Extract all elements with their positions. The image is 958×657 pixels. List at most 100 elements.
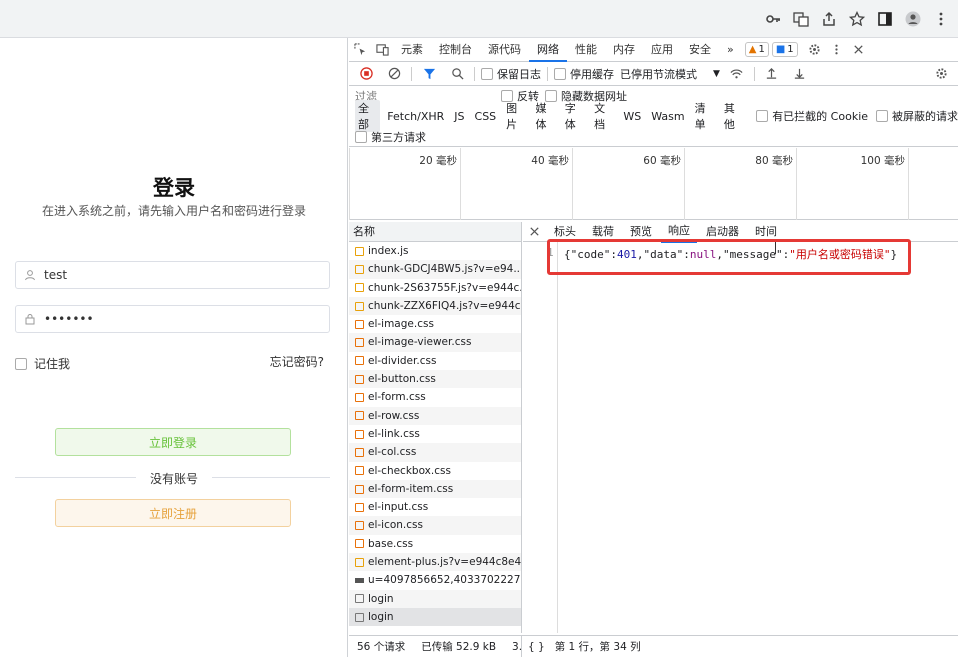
blocked-requests-checkbox[interactable] [876, 110, 889, 122]
device-toolbar-icon[interactable] [371, 39, 393, 61]
settings-gear-icon[interactable] [804, 39, 826, 61]
timeline-label: 40 毫秒 [531, 155, 569, 167]
tab-sources[interactable]: 源代码 [480, 38, 529, 62]
status-bar: 56 个请求 已传输 52.9 kB 3.4 { } 第 1 行，第 34 列 [349, 635, 958, 657]
request-name: el-col.css [368, 446, 417, 459]
tab-application[interactable]: 应用 [643, 38, 681, 62]
record-stop-icon[interactable] [355, 63, 377, 85]
name-column-header[interactable]: 名称 [349, 222, 521, 242]
clear-icon[interactable] [383, 63, 405, 85]
request-row[interactable]: el-image-viewer.css [349, 333, 521, 352]
request-row[interactable]: el-form-item.css [349, 479, 521, 499]
request-row[interactable]: login [349, 589, 521, 608]
timeline-tick [796, 148, 797, 220]
type-css[interactable]: CSS [472, 110, 500, 123]
request-row[interactable]: el-icon.css [349, 516, 521, 535]
preserve-log-checkbox[interactable] [481, 67, 493, 80]
js-file-icon [355, 283, 364, 293]
request-row[interactable]: u=4097856652,4033702227... [349, 571, 521, 589]
tab-network[interactable]: 网络 [529, 38, 567, 62]
filter-funnel-icon[interactable] [418, 63, 440, 85]
request-row[interactable]: chunk-2S63755F.js?v=e944c... [349, 279, 521, 297]
timeline-tick [684, 148, 685, 220]
remember-checkbox[interactable] [15, 357, 27, 370]
tab-performance[interactable]: 性能 [567, 38, 605, 62]
timeline-overview[interactable]: 20 毫秒 40 毫秒 60 毫秒 80 毫秒 100 毫秒 [349, 148, 958, 220]
star-icon[interactable] [846, 8, 868, 30]
request-row[interactable]: el-input.css [349, 498, 521, 516]
user-icon [16, 269, 44, 281]
blocked-cookies-option[interactable]: 有已拦截的 Cookie [756, 108, 868, 124]
request-row[interactable]: chunk-GDCJ4BW5.js?v=e94... [349, 260, 521, 279]
network-settings-icon[interactable] [930, 63, 952, 85]
request-name: index.js [368, 245, 409, 257]
request-name: el-icon.css [368, 519, 423, 532]
tab-security[interactable]: 安全 [681, 38, 719, 62]
preserve-log-option[interactable]: 保留日志 [481, 66, 541, 82]
close-devtools-icon[interactable] [848, 39, 870, 61]
request-row[interactable]: el-checkbox.css [349, 462, 521, 480]
type-fetch-xhr[interactable]: Fetch/XHR [384, 110, 447, 123]
request-row[interactable]: el-divider.css [349, 352, 521, 370]
request-row[interactable]: el-image.css [349, 315, 521, 333]
request-row[interactable]: el-form.css [349, 388, 521, 406]
export-har-icon[interactable] [789, 63, 811, 85]
request-row[interactable]: chunk-ZZX6FIQ4.js?v=e944c... [349, 296, 521, 316]
side-panel-icon[interactable] [874, 8, 896, 30]
username-field[interactable] [15, 261, 330, 289]
forgot-password-link[interactable]: 忘记密码? [270, 353, 324, 370]
third-party-option[interactable]: 第三方请求 [355, 129, 426, 145]
type-ws[interactable]: WS [620, 110, 644, 123]
request-row[interactable]: el-col.css [349, 443, 521, 462]
search-icon[interactable] [446, 63, 468, 85]
blocked-requests-option[interactable]: 被屏蔽的请求 [876, 108, 958, 124]
panel-tabs: 元素 控制台 源代码 网络 性能 内存 应用 安全 » [393, 38, 742, 62]
blocked-cookies-checkbox[interactable] [756, 110, 769, 122]
request-row[interactable]: login [349, 607, 521, 627]
timeline-label: 100 毫秒 [860, 155, 905, 167]
pretty-print-button[interactable]: { } [528, 641, 545, 653]
cursor-position: 第 1 行，第 34 列 [554, 641, 641, 653]
request-row[interactable]: el-button.css [349, 370, 521, 389]
password-field[interactable] [15, 305, 330, 333]
type-wasm[interactable]: Wasm [648, 110, 687, 123]
request-row[interactable]: el-link.css [349, 425, 521, 443]
network-conditions-icon[interactable] [726, 63, 748, 85]
import-har-icon[interactable] [761, 63, 783, 85]
inspect-element-icon[interactable] [349, 39, 371, 61]
request-name: el-form-item.css [368, 482, 454, 495]
kebab-menu-icon[interactable] [930, 8, 952, 30]
third-party-label: 第三方请求 [371, 130, 426, 144]
key-icon[interactable] [762, 8, 784, 30]
request-name: chunk-2S63755F.js?v=e944c... [368, 281, 521, 294]
more-tabs-button[interactable]: » [719, 38, 742, 62]
type-js[interactable]: JS [451, 110, 467, 123]
disable-cache-option[interactable]: 停用缓存 [554, 66, 614, 82]
request-row[interactable]: base.css [349, 535, 521, 553]
message-badge[interactable]: ■ 1 [771, 42, 798, 57]
tab-elements[interactable]: 元素 [393, 38, 431, 62]
request-row[interactable]: index.js [349, 242, 521, 260]
request-summary: 56 个请求 已传输 52.9 kB 3.4 [349, 635, 522, 657]
close-detail-icon[interactable] [523, 221, 545, 243]
disable-cache-checkbox[interactable] [554, 67, 566, 80]
remember-me[interactable]: 记住我 [15, 355, 70, 372]
register-button[interactable]: 立即注册 [55, 499, 291, 527]
username-input[interactable] [44, 268, 314, 282]
password-input[interactable] [44, 312, 314, 326]
login-button[interactable]: 立即登录 [55, 428, 291, 456]
throttle-select[interactable]: 已停用节流模式 ▼ [620, 66, 720, 82]
css-file-icon [355, 502, 364, 512]
share-icon[interactable] [818, 8, 840, 30]
tab-memory[interactable]: 内存 [605, 38, 643, 62]
translate-icon[interactable] [790, 8, 812, 30]
request-row[interactable]: el-row.css [349, 406, 521, 425]
warning-badge[interactable]: ▲ 1 [744, 42, 769, 57]
timeline-label: 80 毫秒 [755, 155, 793, 167]
devtools-menu-icon[interactable] [826, 39, 848, 61]
profile-avatar-icon[interactable] [902, 8, 924, 30]
request-row[interactable]: element-plus.js?v=e944c8e4 [349, 553, 521, 572]
third-party-checkbox[interactable] [355, 130, 367, 143]
css-file-icon [355, 374, 364, 384]
tab-console[interactable]: 控制台 [431, 38, 480, 62]
